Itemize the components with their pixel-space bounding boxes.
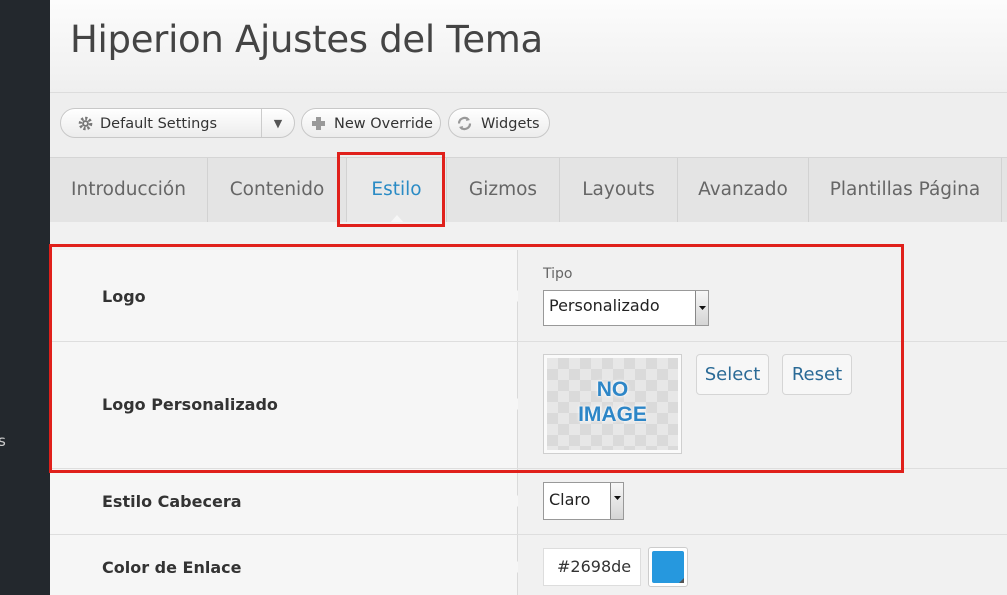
tab-avanzado[interactable]: Avanzado (678, 158, 809, 222)
setting-field-cell: Tipo Personalizado (518, 250, 1007, 341)
setting-label-custom-logo: Logo Personalizado (102, 395, 278, 414)
tab-gizmos[interactable]: Gizmos (447, 158, 560, 222)
refresh-icon (456, 115, 473, 132)
setting-label-header-style: Estilo Cabecera (102, 492, 242, 511)
color-picker-button[interactable] (648, 547, 688, 587)
widgets-label: Widgets (481, 116, 540, 132)
settings-tabs: Introducción Contenido Estilo Gizmos Lay… (50, 157, 1007, 223)
setting-field-cell: NO IMAGE Select Reset (518, 342, 1007, 468)
toolbar: Default Settings ▼ New Override Widgets (50, 93, 1007, 157)
gear-icon (77, 115, 94, 132)
setting-label-cell: Logo (50, 250, 523, 341)
setting-field-cell: #2698de (518, 535, 1007, 595)
setting-label-link-color: Color de Enlace (102, 558, 242, 577)
new-override-button[interactable]: New Override (301, 108, 441, 138)
chevron-down-icon (610, 483, 623, 519)
tab-plantillas-pagina[interactable]: Plantillas Página (809, 158, 1002, 222)
logo-type-label: Tipo (543, 266, 573, 282)
header-style-select[interactable]: Claro (543, 482, 624, 520)
no-image-text: NO IMAGE (578, 378, 647, 426)
setting-row-custom-logo: Logo Personalizado NO IMAGE Select Reset (50, 342, 1007, 469)
settings-select[interactable]: Default Settings ▼ (60, 108, 295, 138)
setting-row-link-color: Color de Enlace #2698de (50, 535, 1007, 595)
setting-row-header-style: Estilo Cabecera Claro (50, 469, 1007, 535)
header-style-value: Claro (549, 490, 591, 509)
settings-select-label: Default Settings (100, 116, 218, 132)
reset-image-button[interactable]: Reset (782, 354, 852, 395)
setting-field-cell: Claro (518, 469, 1007, 534)
link-color-input[interactable]: #2698de (543, 548, 641, 586)
widgets-button[interactable]: Widgets (448, 108, 550, 138)
tab-estilo[interactable]: Estilo (347, 158, 447, 223)
setting-label-cell: Estilo Cabecera (50, 469, 523, 534)
tab-layouts[interactable]: Layouts (560, 158, 678, 222)
plus-icon (310, 115, 327, 132)
logo-type-value: Personalizado (549, 296, 660, 315)
chevron-down-icon (695, 291, 708, 325)
admin-sidebar: s (0, 0, 50, 595)
page-title: Hiperion Ajustes del Tema (70, 18, 543, 61)
sidebar-menu-text[interactable]: s (0, 432, 6, 450)
chevron-down-icon[interactable]: ▼ (261, 109, 294, 137)
setting-label-logo: Logo (102, 287, 146, 306)
setting-row-logo: Logo Tipo Personalizado (50, 250, 1007, 342)
tab-estilo-label: Estilo (371, 179, 422, 200)
new-override-label: New Override (334, 116, 433, 132)
page-header: Hiperion Ajustes del Tema (50, 0, 1007, 93)
logo-type-select[interactable]: Personalizado (543, 290, 709, 326)
setting-label-cell: Logo Personalizado (50, 342, 523, 468)
picker-corner-icon (679, 578, 684, 583)
tab-introduccion[interactable]: Introducción (50, 158, 208, 222)
tab-contenido[interactable]: Contenido (208, 158, 347, 222)
select-image-button[interactable]: Select (696, 354, 769, 395)
logo-preview-image: NO IMAGE (543, 354, 682, 454)
content-spacer (50, 222, 1007, 250)
setting-label-cell: Color de Enlace (50, 535, 523, 595)
